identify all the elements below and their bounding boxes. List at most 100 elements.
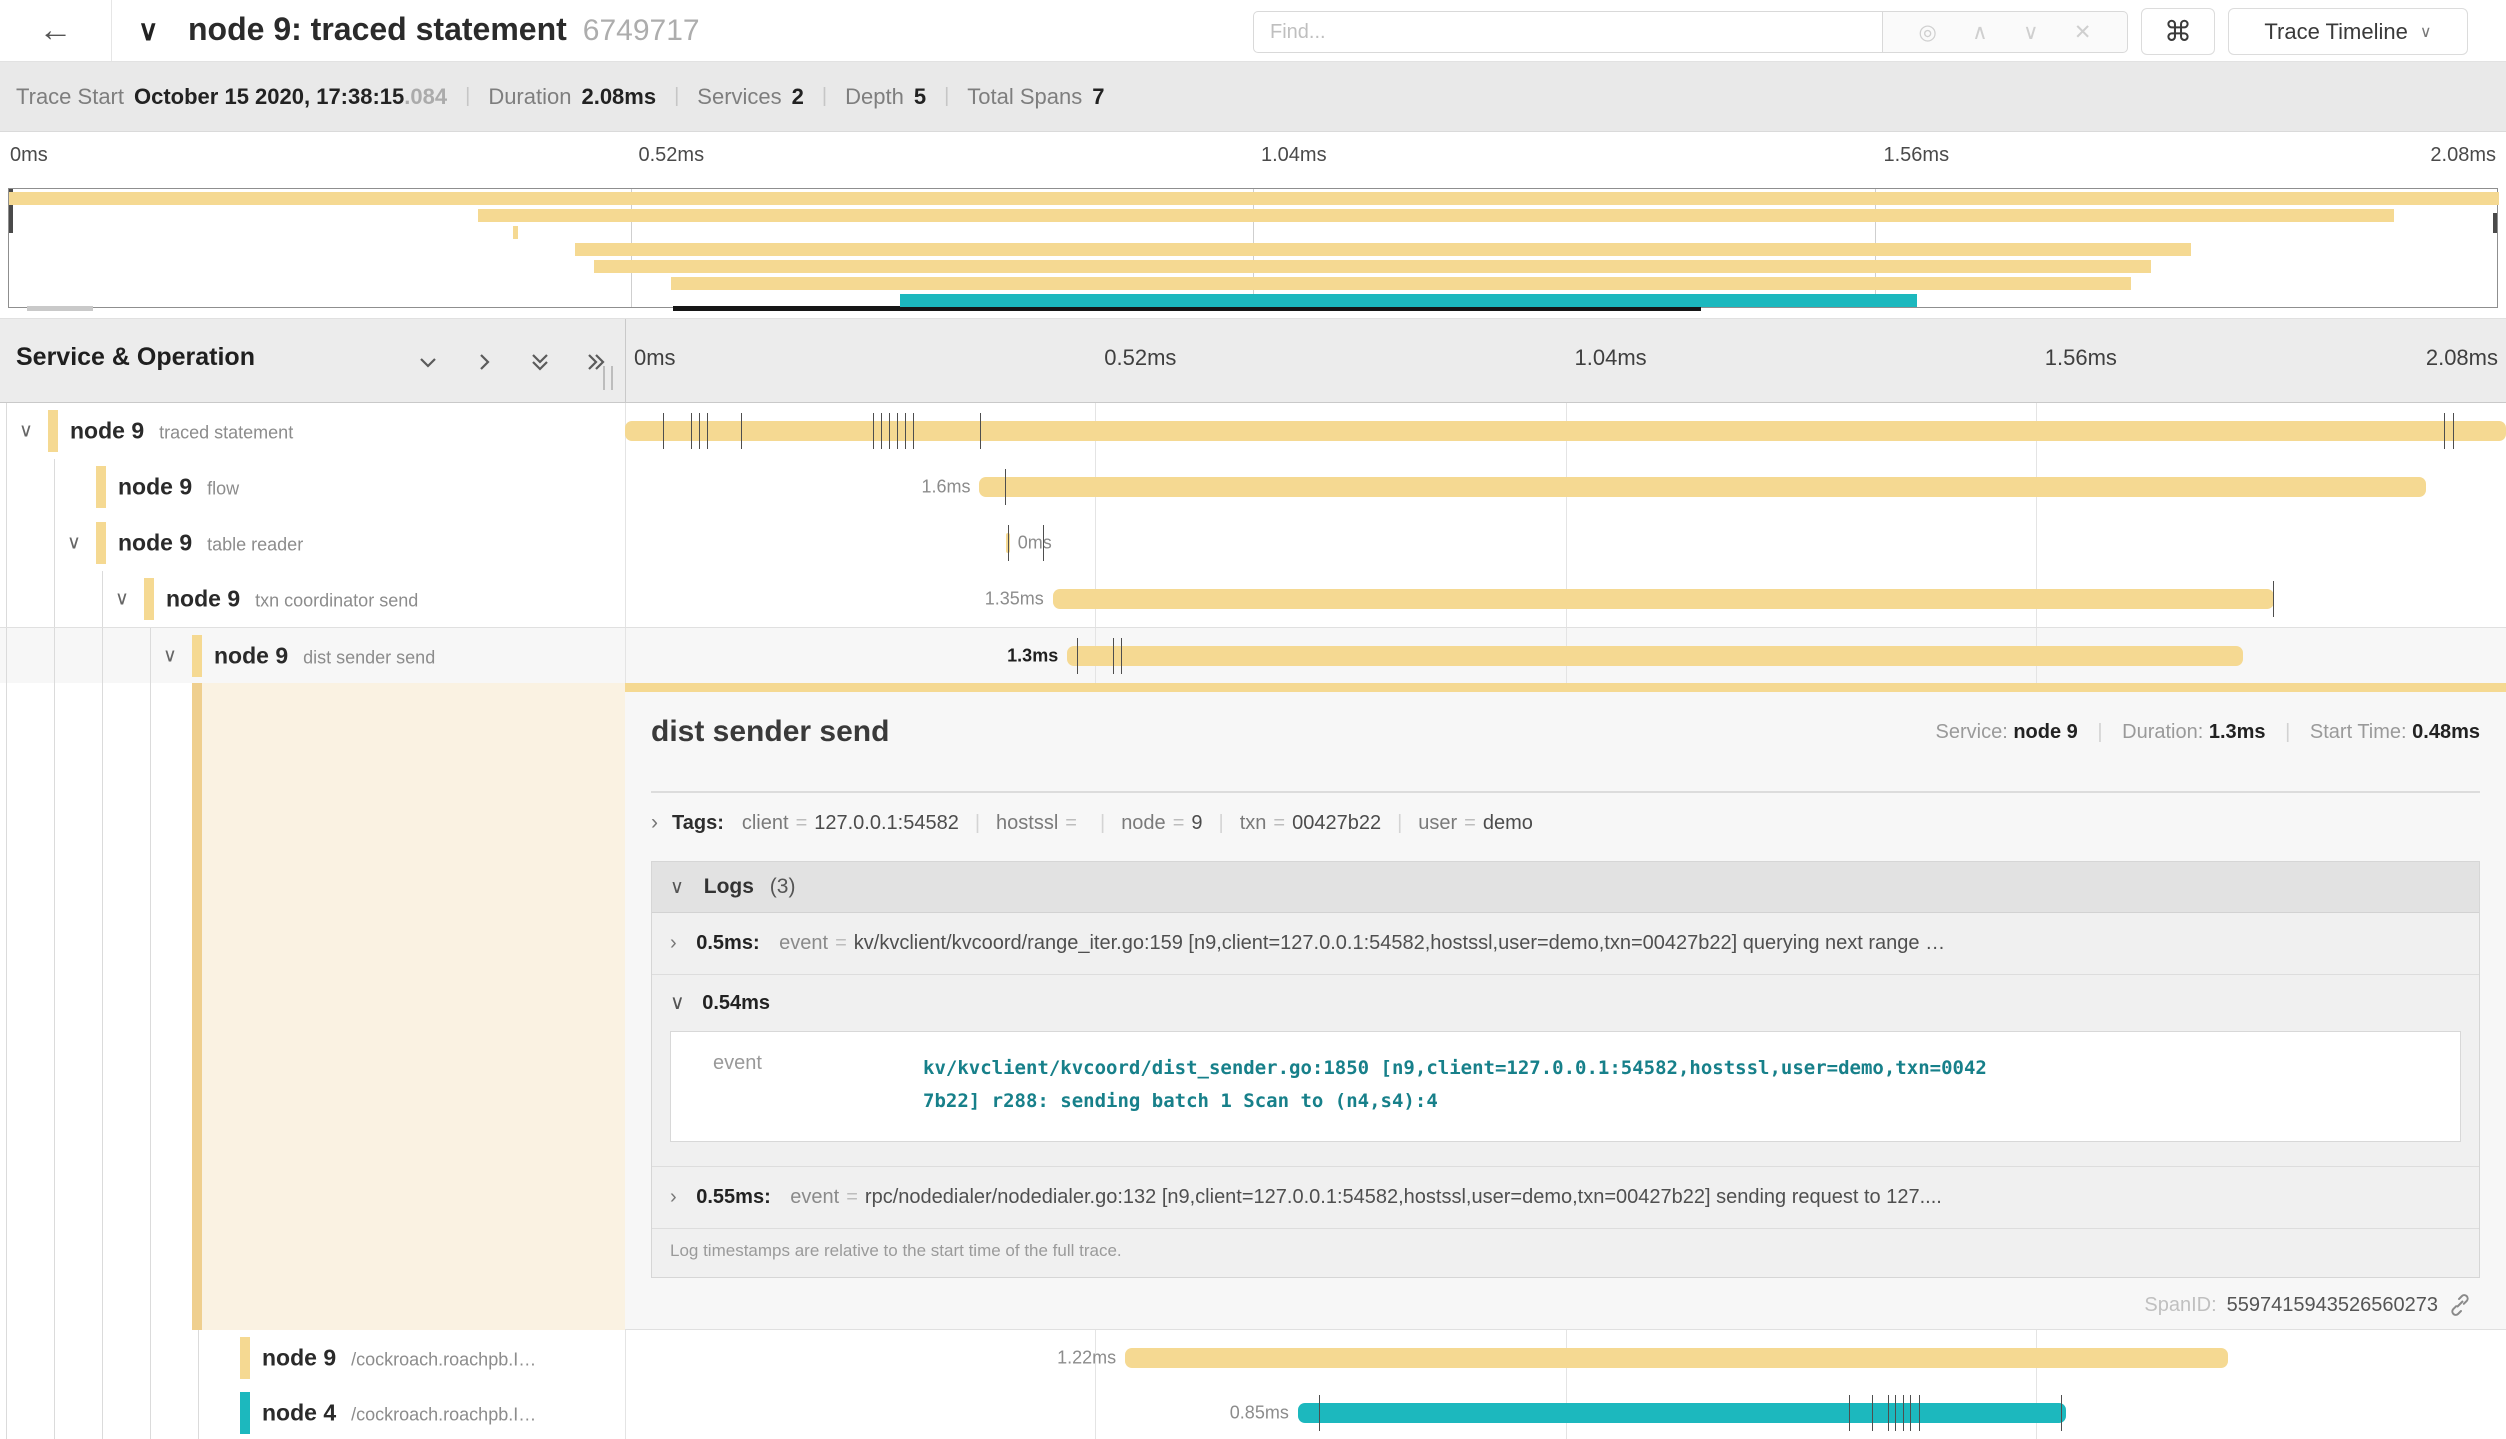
back-button[interactable]: ←	[0, 0, 112, 61]
span-start-label: Start Time:	[2310, 721, 2407, 743]
span-duration-bar[interactable]	[1298, 1403, 2067, 1423]
chevron-right-icon: ›	[651, 811, 658, 835]
span-duration-bar[interactable]	[1067, 646, 2243, 666]
service-color-bar	[96, 466, 106, 508]
column-resize-handle[interactable]	[603, 366, 613, 390]
tree-rail	[54, 459, 55, 515]
log-marker	[691, 413, 692, 449]
tags-row[interactable]: › Tags: client=127.0.0.1:54582|hostssl=|…	[651, 811, 2480, 835]
span-row-dist-sender-send[interactable]: 1.3ms∨node 9dist sender send	[0, 627, 2506, 683]
span-row--cockroach-roachpb-i-[interactable]: 0.85msnode 4/cockroach.roachpb.I…	[0, 1385, 2506, 1439]
span-row-traced-statement[interactable]: ∨node 9traced statement	[0, 403, 2506, 459]
tree-chevron-down-icon[interactable]: ∨	[67, 532, 81, 555]
service-color-bar	[144, 578, 154, 620]
operation-name: table reader	[207, 535, 303, 555]
log-marker	[1849, 1395, 1850, 1431]
tree-rail	[54, 571, 55, 627]
span-detail-color-bar	[625, 683, 2506, 692]
tree-rail	[198, 1385, 199, 1439]
tree-rail	[54, 515, 55, 571]
minimap-tick-label: 0ms	[10, 144, 48, 167]
tree-chevron-down-icon[interactable]: ∨	[115, 588, 129, 611]
span-name-cell[interactable]: node 4/cockroach.roachpb.I…	[0, 1385, 625, 1439]
find-input[interactable]	[1270, 21, 1882, 44]
log-marker	[881, 413, 882, 449]
log-entry-collapsed[interactable]: › 0.55ms: event=rpc/nodedialer/nodediale…	[652, 1167, 2479, 1229]
ruler-tick-label: 0ms	[634, 345, 676, 371]
span-row-flow[interactable]: 1.6msnode 9flow	[0, 459, 2506, 515]
tag-item: client=127.0.0.1:54582	[742, 812, 959, 835]
log-marker	[1319, 1395, 1320, 1431]
span-name-cell[interactable]: ∨node 9txn coordinator send	[0, 571, 625, 627]
span-detail-panel: dist sender send Service: node 9 | Durat…	[625, 683, 2506, 1330]
chevron-right-icon: ›	[670, 932, 677, 954]
span-detail-section: dist sender send Service: node 9 | Durat…	[0, 683, 2506, 1330]
trace-collapse-chevron-icon[interactable]: ∨	[138, 14, 159, 47]
span-row-table-reader[interactable]: 0ms∨node 9table reader	[0, 515, 2506, 571]
collapse-all-icon[interactable]	[527, 349, 553, 375]
span-duration-bar[interactable]	[979, 477, 2426, 497]
find-next-icon[interactable]: ∨	[2023, 20, 2038, 45]
log-entry-header[interactable]: ∨ 0.54ms	[670, 990, 2461, 1015]
chevron-down-icon: ∨	[670, 877, 684, 898]
chevron-right-icon: ›	[670, 1186, 677, 1208]
timeline-gridline	[1566, 515, 1567, 571]
span-row--cockroach-roachpb-i-[interactable]: 1.22msnode 9/cockroach.roachpb.I…	[0, 1330, 2506, 1386]
tree-rail	[102, 628, 103, 683]
log-field-value[interactable]: kv/kvclient/kvcoord/dist_sender.go:1850 …	[923, 1052, 1998, 1119]
log-marker	[897, 413, 898, 449]
log-kv-table: event kv/kvclient/kvcoord/dist_sender.go…	[670, 1031, 2461, 1142]
span-duration-bar[interactable]	[1125, 1348, 2228, 1368]
span-timeline-cell	[625, 403, 2506, 459]
trace-view-selector[interactable]: Trace Timeline ∨	[2228, 8, 2468, 55]
minimap-canvas[interactable]	[8, 188, 2498, 308]
tree-rail	[102, 1330, 103, 1386]
services-label: Services	[697, 84, 781, 110]
page-title: node 9: traced statement6749717	[188, 11, 700, 48]
scope-icon[interactable]: ◎	[1918, 20, 1936, 45]
logs-header[interactable]: ∨ Logs (3)	[652, 862, 2479, 913]
minimap-right-scrubber[interactable]	[2493, 213, 2497, 233]
tree-rail	[54, 628, 55, 683]
span-duration-bar[interactable]	[1053, 589, 2274, 609]
tag-item: node=9	[1121, 812, 1202, 835]
service-operation-title: Service & Operation	[16, 343, 255, 372]
span-name-cell[interactable]: node 9flow	[0, 459, 625, 515]
minimap-scroll-indicator-left[interactable]	[27, 306, 93, 311]
span-name-cell[interactable]: ∨node 9dist sender send	[0, 628, 625, 683]
column-divider	[625, 1385, 626, 1439]
span-detail-left-column	[0, 683, 625, 1330]
log-marker	[2444, 413, 2445, 449]
tag-separator: |	[1219, 812, 1224, 835]
collapse-one-icon[interactable]	[415, 349, 441, 375]
link-icon[interactable]	[2448, 1293, 2472, 1317]
minimap-span-bar	[513, 226, 518, 239]
span-duration-bar[interactable]	[625, 421, 2506, 441]
tree-chevron-down-icon[interactable]: ∨	[19, 420, 33, 443]
tree-chevron-down-icon[interactable]: ∨	[163, 644, 177, 667]
span-timeline-cell: 0.85ms	[625, 1385, 2506, 1439]
span-detail-tint	[202, 683, 625, 1330]
timeline-grid-header: Service & Operation 0ms0.52ms1.04ms1.56m…	[0, 318, 2506, 403]
find-prev-icon[interactable]: ∧	[1972, 20, 1987, 45]
span-name-cell[interactable]: ∨node 9table reader	[0, 515, 625, 571]
span-name-cell[interactable]: node 9/cockroach.roachpb.I…	[0, 1330, 625, 1386]
span-rows-bottom: 1.22msnode 9/cockroach.roachpb.I…0.85msn…	[0, 1330, 2506, 1439]
trace-start-value: October 15 2020, 17:38:15.084	[134, 84, 447, 110]
tree-rail	[54, 1385, 55, 1439]
service-color-bar	[192, 635, 202, 677]
detail-divider	[651, 791, 2480, 793]
expand-one-icon[interactable]	[471, 349, 497, 375]
span-detail-title: dist sender send	[651, 715, 889, 749]
tag-item: hostssl=	[996, 812, 1084, 835]
span-row-txn-coordinator-send[interactable]: 1.35ms∨node 9txn coordinator send	[0, 571, 2506, 627]
log-entry-collapsed[interactable]: › 0.5ms: event=kv/kvclient/kvcoord/range…	[652, 913, 2479, 975]
keyboard-shortcuts-button[interactable]: ⌘	[2141, 8, 2215, 55]
span-name-cell[interactable]: ∨node 9traced statement	[0, 403, 625, 459]
duration-value: 2.08ms	[581, 84, 656, 110]
depth-label: Depth	[845, 84, 904, 110]
find-clear-icon[interactable]: ✕	[2074, 20, 2092, 45]
span-rows-top: ∨node 9traced statement1.6msnode 9flow0m…	[0, 403, 2506, 683]
tree-rail	[6, 1385, 7, 1439]
tree-rail	[6, 1330, 7, 1386]
